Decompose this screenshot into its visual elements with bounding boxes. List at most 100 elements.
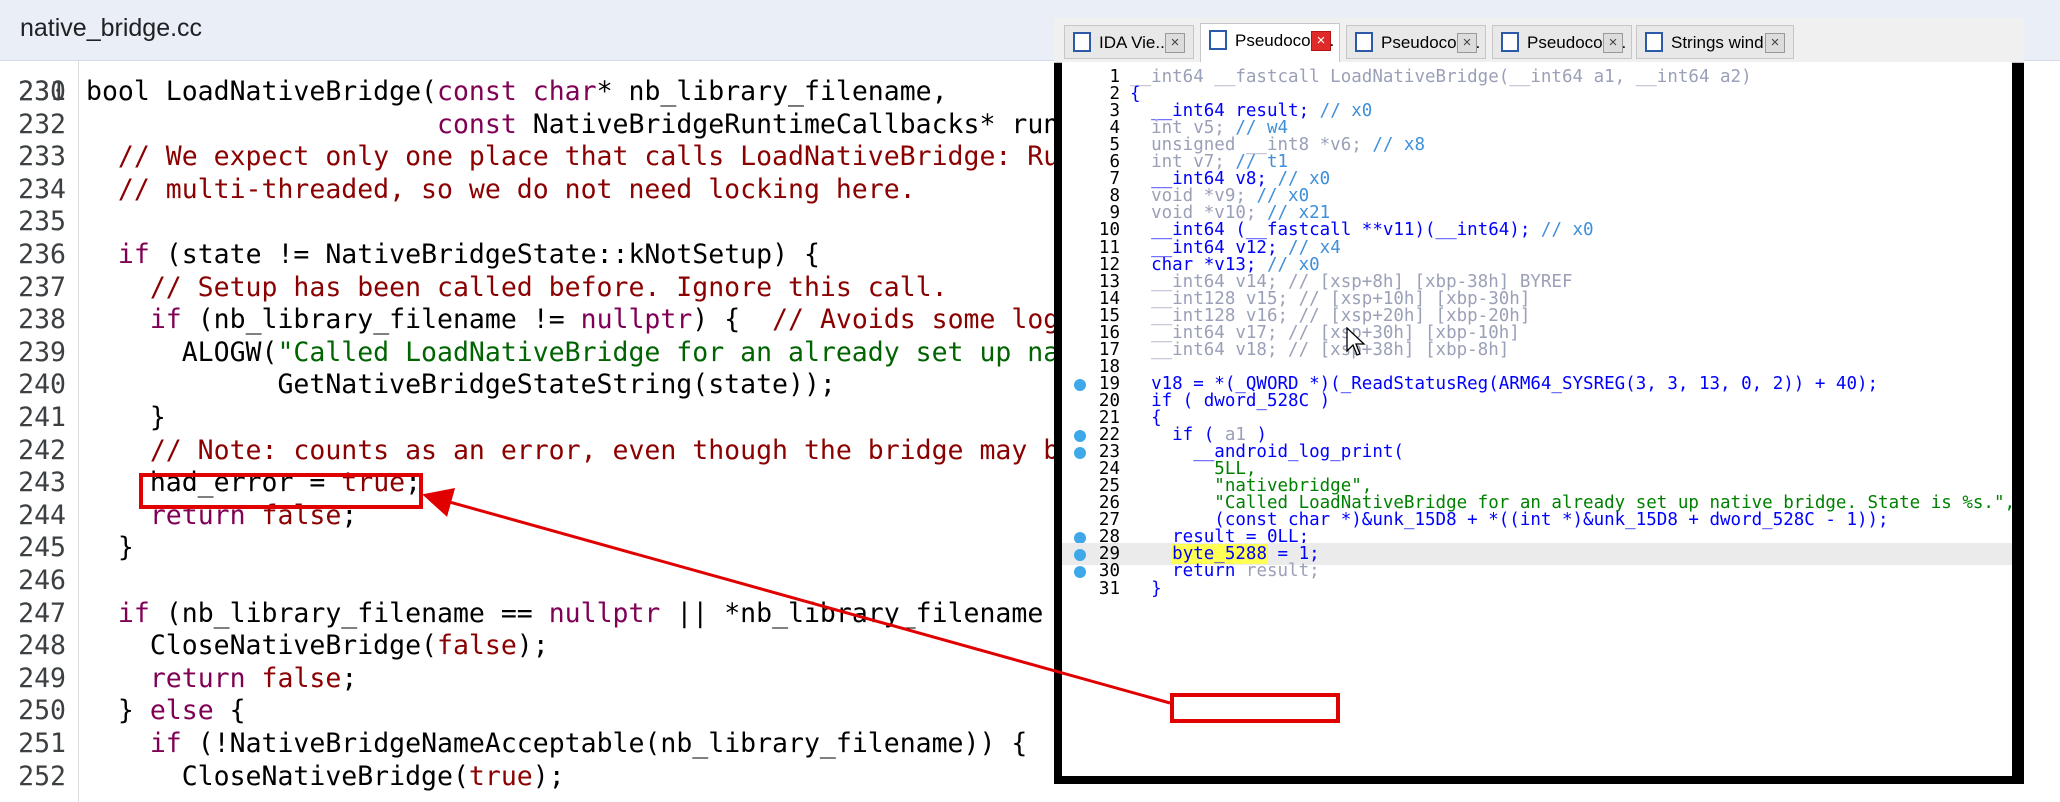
line-number: 248: [18, 630, 66, 662]
line-number: 232: [18, 108, 66, 140]
code-token: NativeBridgeRuntimeCallbacks* runt: [516, 108, 1076, 140]
line-number: 231: [18, 76, 66, 107]
pseudocode-icon: pseudocode-icon: [1501, 32, 1519, 52]
source-code-text: CloseNativeBridge(false);: [86, 630, 549, 662]
code-token: }: [86, 695, 150, 727]
line-number: 246: [18, 565, 66, 596]
ida-tab[interactable]: pseudocode-iconPseudocod...×: [1200, 23, 1340, 62]
code-token: if: [149, 728, 182, 759]
code-token: if: [117, 597, 150, 629]
line-number: 249: [18, 662, 66, 694]
code-token: nullptr: [548, 597, 661, 629]
line-number: 245: [18, 532, 66, 564]
line-number: 242: [18, 434, 66, 466]
code-token: (state != NativeBridgeState::kNotSetup) …: [149, 239, 820, 270]
source-code-text: // multi-threaded, so we do not need loc…: [86, 174, 916, 206]
ida-tab-bar: ida-view-iconIDA Vie...×pseudocode-iconP…: [1054, 18, 2024, 63]
source-code-text: }: [86, 402, 166, 434]
source-code-text: } else {: [86, 695, 246, 727]
source-file-title: native_bridge.cc: [20, 14, 203, 42]
source-code-text: ALOGW("Called LoadNativeBridge for an al…: [86, 337, 1075, 369]
code-token: return: [149, 662, 246, 694]
code-token: }: [86, 532, 134, 564]
line-number: 237: [18, 271, 66, 303]
line-number: 240: [18, 369, 66, 401]
close-icon[interactable]: ×: [1457, 33, 1477, 53]
line-number: 247: [18, 597, 66, 629]
line-number: 239: [18, 336, 66, 368]
source-code-text: // Setup has been called before. Ignore …: [86, 272, 948, 304]
close-icon[interactable]: ×: [1311, 31, 1331, 51]
line-number: 252: [18, 760, 66, 792]
code-token: GetNativeBridgeStateString(state));: [86, 369, 836, 401]
code-token: char: [532, 76, 597, 107]
highlight-box-had-error: [139, 473, 423, 509]
code-token: const: [437, 76, 517, 107]
ida-tab[interactable]: ida-view-icon IDA Vie...×: [1064, 25, 1194, 59]
line-number: 241: [18, 402, 66, 433]
pseudocode-line: 31 }: [1062, 578, 2012, 600]
line-number: 238: [18, 304, 66, 336]
code-token: // Setup has been called before. Ignore …: [86, 271, 948, 303]
code-token: || *nb_library_filename =: [660, 597, 1076, 629]
code-token: if: [149, 304, 182, 336]
close-icon[interactable]: ×: [1765, 33, 1785, 53]
close-icon[interactable]: ×: [1165, 33, 1185, 53]
line-number: 233: [18, 141, 66, 173]
source-code-text: if (nb_library_filename != nullptr) { //…: [86, 304, 1075, 336]
pseudocode-text: }: [1130, 578, 1162, 600]
code-token: (nb_library_filename ==: [149, 597, 549, 629]
code-token: * nb_library_filename,: [596, 76, 948, 107]
code-token: false: [437, 630, 517, 662]
code-token: const: [437, 108, 517, 140]
ida-view-icon: ida-view-icon: [1073, 32, 1091, 52]
code-token: CloseNativeBridge(: [86, 630, 437, 662]
code-token: ;: [341, 662, 358, 694]
mouse-pointer-icon: [1346, 327, 1366, 356]
code-token: }: [1130, 578, 1162, 599]
source-code-text: }: [86, 532, 134, 564]
code-token: // We expect only one place that calls L…: [86, 141, 1076, 173]
source-code-text: const NativeBridgeRuntimeCallbacks* runt: [86, 109, 1075, 141]
code-token: ) {: [692, 304, 773, 336]
code-token: true: [468, 760, 533, 792]
pseudocode-icon: pseudocode-icon: [1209, 30, 1227, 50]
code-token: // Avoids some log-: [772, 304, 1076, 336]
ida-tab[interactable]: pseudocode-iconPseudocod...×: [1492, 25, 1632, 59]
highlight-box-byte-5288: [1170, 693, 1340, 723]
ida-pseudocode-window: ida-view-iconIDA Vie...×pseudocode-iconP…: [1054, 18, 2024, 784]
ida-tab[interactable]: pseudocode-iconPseudocod...×: [1346, 25, 1486, 59]
line-number: 251: [18, 728, 66, 759]
code-token: (nb_library_filename !=: [181, 304, 581, 336]
pseudocode-icon: pseudocode-icon: [1355, 32, 1373, 52]
close-icon[interactable]: ×: [1603, 33, 1623, 53]
code-token: {: [213, 695, 246, 727]
source-code-text: if (!NativeBridgeNameAcceptable(nb_libra…: [86, 728, 1028, 760]
source-code-text: if (nb_library_filename == nullptr || *n…: [86, 598, 1075, 630]
ida-tab-label: IDA Vie...: [1099, 33, 1170, 52]
line-number: 235: [18, 206, 66, 238]
code-token: ALOGW(: [86, 336, 278, 368]
code-token: if: [117, 239, 150, 270]
ida-pseudocode-view[interactable]: 1 __int64 __fastcall LoadNativeBridge(__i…: [1062, 62, 2012, 776]
source-code-text: GetNativeBridgeStateString(state));: [86, 369, 836, 401]
source-code-text: CloseNativeBridge(true);: [86, 761, 565, 793]
ida-tab-label: Strings wind...: [1671, 33, 1778, 52]
code-token: }: [86, 402, 166, 433]
code-token: );: [532, 760, 565, 792]
code-token: "Called LoadNativeBridge for an already …: [277, 336, 1076, 368]
ida-tab[interactable]: strings-icon Strings wind...×: [1636, 25, 1794, 59]
code-token: bool LoadNativeBridge(: [86, 76, 437, 107]
code-token: );: [516, 630, 549, 662]
code-token: // multi-threaded, so we do not need loc…: [86, 173, 916, 205]
source-code-text: bool LoadNativeBridge(const char* nb_lib…: [86, 76, 948, 108]
source-code-text: // Note: counts as an error, even though…: [86, 435, 1075, 467]
